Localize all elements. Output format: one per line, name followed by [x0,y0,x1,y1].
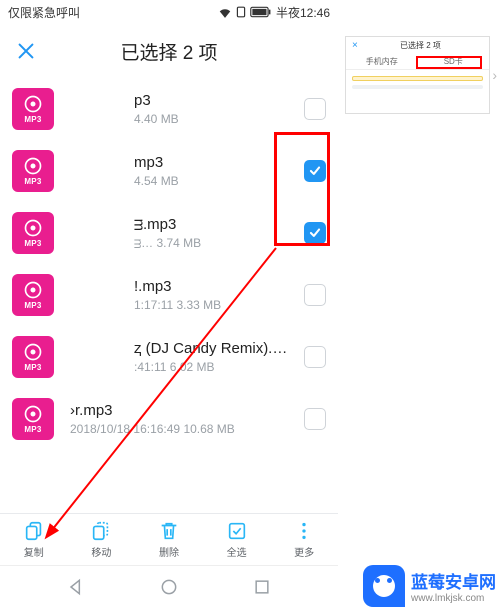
file-row[interactable]: MP3 ›r.mp3 2018/10/18 16:16:49 10.68 MB [0,388,338,450]
file-checkbox[interactable] [304,346,326,368]
file-row[interactable]: MP3 ᴟ.mp3 ᴟ… 3.74 MB [0,202,338,264]
select-all-button[interactable]: 全选 [203,514,271,565]
mp3-file-icon: MP3 [12,336,54,378]
nav-recent-button[interactable] [249,574,275,600]
file-name: ᴟ.mp3 [134,216,294,233]
file-name: ⱬ (DJ Candy Remix).m… [134,340,294,357]
inset-row [352,85,483,89]
file-checkbox[interactable] [304,160,326,182]
inset-screenshot: × 已选择 2 项 手机内存 SD卡 › [345,36,490,114]
file-icon-label: MP3 [24,115,41,124]
file-meta: :41:11 6.02 MB [134,360,294,374]
inset-title: 已选择 2 项 [358,40,483,51]
file-meta: 1:17:11 3.33 MB [134,298,294,312]
file-name: !.mp3 [134,278,294,295]
watermark-logo-icon [363,565,405,607]
mp3-file-icon: MP3 [12,150,54,192]
watermark-title: 蓝莓安卓网 [411,568,496,593]
mp3-file-icon: MP3 [12,88,54,130]
android-nav-bar [0,565,338,607]
file-checkbox[interactable] [304,408,326,430]
action-label: 复制 [24,544,44,559]
file-name: p3 [134,92,294,109]
status-emergency-text: 仅限紧急呼叫 [8,4,80,21]
file-icon-label: MP3 [24,239,41,248]
action-bar: 复制 移动 删除 全选 更多 [0,513,338,565]
file-checkbox[interactable] [304,98,326,120]
nav-home-button[interactable] [156,574,182,600]
mp3-file-icon: MP3 [12,398,54,440]
chevron-right-icon: › [492,67,497,83]
battery-icon [250,6,272,18]
watermark: 蓝莓安卓网 www.lmkjsk.com [363,565,496,607]
more-button[interactable]: 更多 [270,514,338,565]
file-icon-label: MP3 [24,301,41,310]
file-checkbox[interactable] [304,222,326,244]
annotation-red-box-sdcard-tab [416,56,482,69]
action-label: 全选 [227,544,247,559]
copy-button[interactable]: 复制 [0,514,68,565]
inset-row [352,76,483,81]
action-label: 更多 [294,544,314,559]
status-time: 半夜12:46 [276,4,330,21]
watermark-url: www.lmkjsk.com [411,593,496,604]
delete-button[interactable]: 删除 [135,514,203,565]
file-meta: 4.40 MB [134,112,294,126]
file-checkbox[interactable] [304,284,326,306]
action-label: 移动 [91,544,111,559]
mp3-file-icon: MP3 [12,274,54,316]
file-meta: ᴟ… 3.74 MB [134,236,294,250]
file-meta: 4.54 MB [134,174,294,188]
phone-frame: 仅限紧急呼叫 半夜12:46 已选择 2 项 MP3 [0,0,338,607]
file-row[interactable]: MP3 mp3 4.54 MB [0,140,338,202]
file-list: MP3 p3 4.40 MB MP3 mp3 4.54 MB [0,78,338,450]
file-name: ›r.mp3 [70,402,294,419]
sim-icon [236,6,246,18]
page-title: 已选择 2 项 [14,38,324,65]
nav-back-button[interactable] [63,574,89,600]
file-icon-label: MP3 [24,363,41,372]
action-label: 删除 [159,544,179,559]
mp3-file-icon: MP3 [12,212,54,254]
file-row[interactable]: MP3 ⱬ (DJ Candy Remix).m… :41:11 6.02 MB [0,326,338,388]
file-name: mp3 [134,154,294,171]
wifi-icon [218,6,232,18]
file-row[interactable]: MP3 p3 4.40 MB [0,78,338,140]
inset-tab-phone: 手机内存 [346,54,418,69]
status-bar: 仅限紧急呼叫 半夜12:46 [0,0,338,24]
move-button[interactable]: 移动 [68,514,136,565]
file-row[interactable]: MP3 !.mp3 1:17:11 3.33 MB [0,264,338,326]
file-meta: 2018/10/18 16:16:49 10.68 MB [70,422,294,436]
title-bar: 已选择 2 项 [0,24,338,78]
file-icon-label: MP3 [24,177,41,186]
file-icon-label: MP3 [24,425,41,434]
